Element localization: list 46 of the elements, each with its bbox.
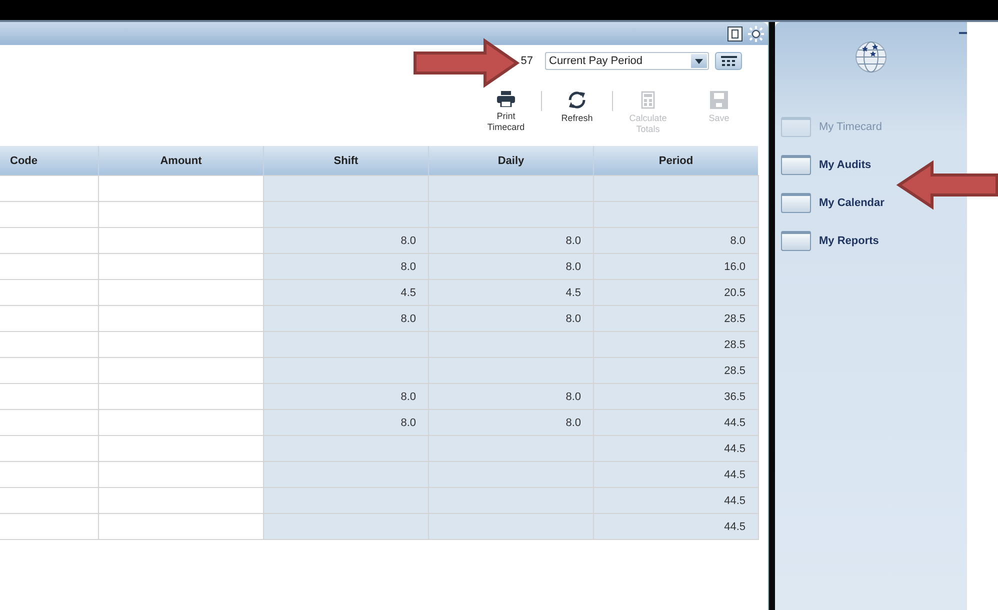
table-cell: 4.5 xyxy=(428,280,594,306)
table-cell: 8.0 xyxy=(264,254,428,280)
table-cell: 8.0 xyxy=(264,410,428,436)
table-cell: 8.0 xyxy=(428,254,594,280)
column-header[interactable]: Daily xyxy=(428,146,594,176)
column-header[interactable]: Shift xyxy=(264,146,428,176)
table-cell: 8.0 xyxy=(264,306,428,332)
table-cell: 28.5 xyxy=(594,306,758,332)
sidebar-item[interactable]: My Reports xyxy=(781,228,967,254)
column-header[interactable]: Amount xyxy=(98,146,264,176)
table-cell: 28.5 xyxy=(594,358,758,384)
maximize-icon[interactable] xyxy=(727,26,743,42)
table-cell: 4.5 xyxy=(264,280,428,306)
caret-icon xyxy=(691,54,707,68)
settings-icon[interactable] xyxy=(748,26,764,42)
refresh-icon xyxy=(567,91,587,109)
table-cell: 8.0 xyxy=(428,228,594,254)
sidebar-item[interactable]: My Audits xyxy=(781,152,967,178)
table-cell: 8.0 xyxy=(264,384,428,410)
table-cell: 8.0 xyxy=(264,228,428,254)
column-header[interactable]: Period xyxy=(594,146,758,176)
table-cell: 44.5 xyxy=(594,410,758,436)
calendar-grid-button[interactable] xyxy=(715,52,742,70)
table-cell: 8.0 xyxy=(428,410,594,436)
pay-period-dropdown[interactable]: Current Pay Period xyxy=(545,52,709,70)
save-icon xyxy=(710,91,728,109)
print-button[interactable]: Print Timecard xyxy=(477,91,535,133)
print-icon xyxy=(497,91,515,107)
table-cell: 8.0 xyxy=(428,306,594,332)
table-cell: 44.5 xyxy=(594,436,758,462)
column-header[interactable]: Code xyxy=(0,146,98,176)
table-cell: 44.5 xyxy=(594,462,758,488)
grid-icon xyxy=(720,56,736,66)
refresh-button[interactable]: Refresh xyxy=(548,91,606,124)
sidebar-item[interactable]: My Calendar xyxy=(781,190,967,216)
table-cell: 44.5 xyxy=(594,488,758,514)
table-cell: 28.5 xyxy=(594,332,758,358)
table-cell: 44.5 xyxy=(594,514,758,540)
table-cell: 8.0 xyxy=(594,228,758,254)
calculator-icon xyxy=(641,91,655,109)
table-cell: 8.0 xyxy=(428,384,594,410)
period-label: 57 xyxy=(520,55,533,67)
table-cell: 20.5 xyxy=(594,280,758,306)
globe-icon xyxy=(854,40,888,74)
table-cell: 16.0 xyxy=(594,254,758,280)
table-cell: 36.5 xyxy=(594,384,758,410)
